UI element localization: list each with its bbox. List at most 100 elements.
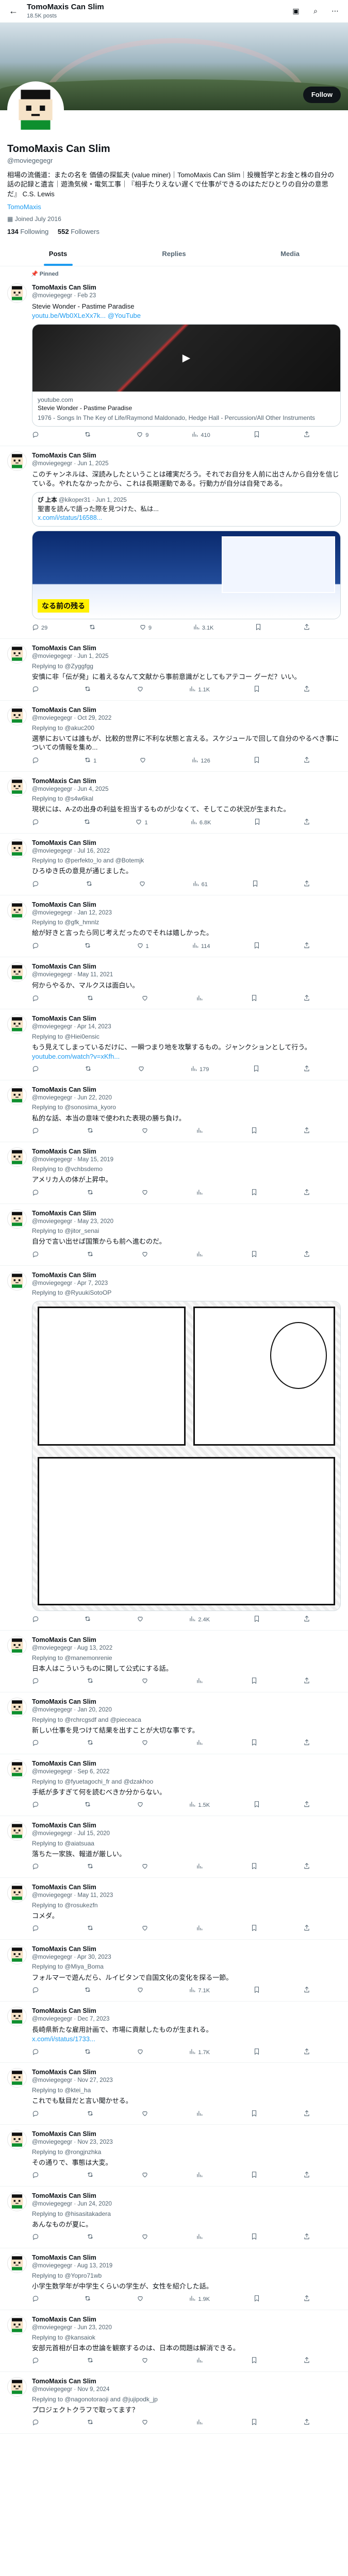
retweet-button[interactable] [87, 1862, 96, 1872]
bookmark-button[interactable] [251, 994, 258, 1004]
avatar[interactable] [7, 776, 27, 796]
tweet[interactable]: TomoMaxis Can Slim @moviegegegr · Jun 1, … [0, 639, 348, 701]
link-card[interactable]: ▶ youtube.com Stevie Wonder - Pastime Para… [32, 324, 341, 427]
bookmark-button[interactable] [253, 685, 260, 695]
bookmark-button[interactable] [253, 756, 260, 766]
share-button[interactable] [303, 942, 310, 952]
views-button[interactable]: 6.8K [190, 818, 211, 828]
views-button[interactable]: 179 [190, 1065, 209, 1075]
tweet-author-name[interactable]: TomoMaxis Can Slim [32, 1210, 96, 1217]
media-image[interactable]: なる前の残る [32, 531, 341, 620]
reply-button[interactable] [32, 942, 41, 952]
views-button[interactable] [196, 1862, 205, 1872]
like-button[interactable] [137, 1986, 146, 1996]
like-button[interactable] [141, 2233, 151, 2243]
like-button[interactable]: 9 [139, 623, 152, 633]
bookmark-button[interactable] [253, 942, 260, 952]
tweet-author-name[interactable]: TomoMaxis Can Slim [32, 1015, 96, 1022]
retweet-button[interactable] [87, 1739, 96, 1749]
following-label[interactable]: Following [20, 228, 48, 235]
reply-to-line[interactable]: Replying to @hisasitakadera [32, 2210, 341, 2218]
tweet-link[interactable]: x.com/i/status/1733... [32, 2035, 341, 2044]
tweet[interactable]: TomoMaxis Can Slim @moviegegegr · Feb 23 S… [0, 278, 348, 446]
avatar[interactable] [7, 900, 27, 920]
like-button[interactable] [137, 1801, 146, 1810]
tweet-author-name[interactable]: TomoMaxis Can Slim [32, 963, 96, 970]
share-button[interactable] [303, 994, 310, 1004]
avatar[interactable] [7, 1085, 27, 1105]
share-button[interactable] [303, 1615, 310, 1625]
views-button[interactable]: 1.7K [189, 2048, 210, 2058]
bookmark-button[interactable] [251, 1677, 258, 1687]
share-button[interactable] [303, 2233, 310, 2243]
retweet-button[interactable] [87, 2110, 96, 2120]
bookmark-button[interactable] [253, 1615, 260, 1625]
tab-media[interactable]: Media [232, 242, 348, 266]
like-button[interactable] [141, 1862, 151, 1872]
bookmark-button[interactable] [251, 1739, 258, 1749]
tweet[interactable]: TomoMaxis Can Slim @moviegegegr · Nov 23,… [0, 2125, 348, 2187]
share-button[interactable] [303, 756, 310, 766]
views-button[interactable] [196, 1127, 205, 1137]
tweet-author-name[interactable]: TomoMaxis Can Slim [32, 2378, 96, 2385]
tweet-author-name[interactable]: TomoMaxis Can Slim [32, 284, 96, 291]
share-button[interactable] [303, 2295, 310, 2304]
avatar[interactable] [7, 706, 27, 726]
tweet[interactable]: TomoMaxis Can Slim @moviegegegr · Jul 16,… [0, 834, 348, 895]
like-button[interactable] [139, 756, 148, 766]
share-button[interactable] [303, 685, 310, 695]
reply-to-line[interactable]: Replying to @Miya_Boma [32, 1962, 341, 1971]
avatar[interactable] [7, 1014, 27, 1035]
avatar[interactable] [7, 2377, 27, 2397]
tweet[interactable]: TomoMaxis Can Slim @moviegegegr · Aug 13,… [0, 1631, 348, 1693]
avatar[interactable] [7, 2253, 27, 2274]
reply-to-line[interactable]: Replying to @Yopro71wb [32, 2272, 341, 2280]
grok-icon[interactable]: ▣ [288, 4, 304, 19]
bookmark-button[interactable] [253, 1065, 260, 1075]
tweet-author-name[interactable]: TomoMaxis Can Slim [32, 1698, 96, 1705]
tweet[interactable]: TomoMaxis Can Slim @moviegegegr · Jun 23,… [0, 2310, 348, 2372]
retweet-button[interactable] [84, 2295, 93, 2304]
tweet[interactable]: TomoMaxis Can Slim @moviegegegr · Nov 27,… [0, 2063, 348, 2125]
tweet[interactable]: TomoMaxis Can Slim @moviegegegr · Oct 29,… [0, 701, 348, 772]
quote-link[interactable]: x.com/i/status/16588... [38, 514, 335, 522]
reply-to-line[interactable]: Replying to @vchbsdemo [32, 1165, 341, 1173]
like-button[interactable] [141, 1189, 151, 1198]
tweet[interactable]: TomoMaxis Can Slim @moviegegegr · Jun 4, … [0, 772, 348, 834]
share-button[interactable] [303, 1986, 310, 1996]
avatar[interactable] [7, 1636, 27, 1656]
avatar[interactable] [7, 1147, 27, 1167]
share-button[interactable] [303, 1862, 310, 1872]
avatar[interactable] [7, 1945, 27, 1965]
reply-button[interactable] [32, 685, 41, 695]
reply-to-line[interactable]: Replying to @Zyggfgg [32, 662, 341, 670]
reply-to-line[interactable]: Replying to @Hiei0ensic [32, 1032, 341, 1041]
views-button[interactable]: 410 [191, 431, 210, 440]
retweet-button[interactable] [85, 1065, 94, 1075]
reply-button[interactable] [32, 1739, 41, 1749]
views-button[interactable]: 1.9K [189, 2295, 210, 2304]
share-button[interactable] [303, 1801, 310, 1810]
retweet-button[interactable] [87, 1127, 96, 1137]
tweet-author-name[interactable]: TomoMaxis Can Slim [32, 706, 96, 714]
reply-button[interactable] [32, 1801, 41, 1810]
share-button[interactable] [303, 1189, 310, 1198]
views-button[interactable] [196, 1924, 205, 1934]
avatar[interactable] [7, 1698, 27, 1718]
tab-replies[interactable]: Replies [116, 242, 232, 266]
retweet-button[interactable] [84, 431, 93, 440]
avatar[interactable] [7, 644, 27, 664]
like-button[interactable] [137, 1615, 146, 1625]
like-button[interactable] [141, 994, 151, 1004]
reply-button[interactable] [32, 1250, 41, 1260]
bookmark-button[interactable] [255, 623, 262, 633]
views-button[interactable] [196, 1189, 205, 1198]
reply-to-line[interactable]: Replying to @gfk_hmnlz [32, 918, 341, 926]
views-button[interactable]: 61 [192, 880, 208, 890]
like-button[interactable] [141, 2357, 151, 2366]
avatar[interactable] [7, 962, 27, 982]
tweet-author-name[interactable]: TomoMaxis Can Slim [32, 1822, 96, 1829]
tweet[interactable]: TomoMaxis Can Slim @moviegegegr · May 23,… [0, 1204, 348, 1266]
reply-button[interactable] [32, 1986, 41, 1996]
share-button[interactable] [303, 818, 310, 828]
